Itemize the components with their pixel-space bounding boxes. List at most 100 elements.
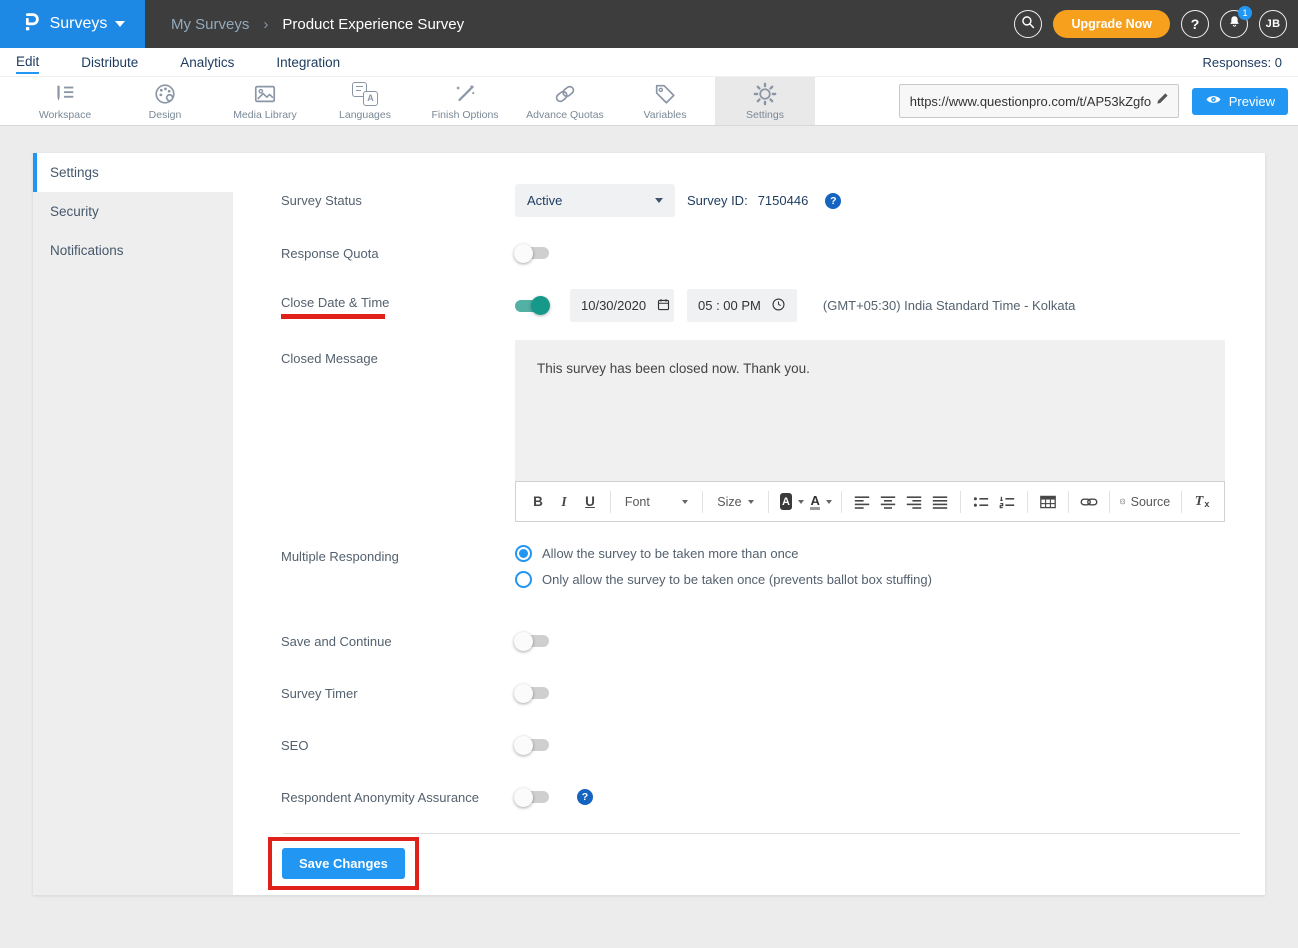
font-dropdown[interactable]: Font (619, 489, 695, 515)
toolbar-item-finish-options[interactable]: Finish Options (415, 77, 515, 125)
seo-toggle[interactable] (515, 739, 549, 751)
survey-url-field[interactable]: https://www.questionpro.com/t/AP53kZgfo (899, 84, 1179, 118)
avatar-initials: JB (1266, 18, 1281, 30)
text-color-button[interactable]: A (809, 489, 833, 515)
toolbar-item-design[interactable]: Design (115, 77, 215, 125)
tab-distribute[interactable]: Distribute (81, 51, 138, 73)
bullet-list-button[interactable] (969, 489, 993, 515)
survey-status-label: Survey Status (281, 193, 515, 208)
anonymity-toggle[interactable] (515, 791, 549, 803)
breadcrumb-my-surveys[interactable]: My Surveys (171, 16, 249, 33)
toggle-knob (514, 788, 533, 807)
toolbar-separator (702, 491, 703, 513)
breadcrumb: My Surveys › Product Experience Survey (171, 16, 464, 33)
close-time-value: 05 : 00 PM (698, 298, 761, 313)
chevron-down-icon (798, 500, 804, 504)
sidebar-item-security[interactable]: Security (33, 192, 233, 231)
sidebar-item-notifications[interactable]: Notifications (33, 231, 233, 270)
toolbar-separator (610, 491, 611, 513)
edit-url-pencil-icon[interactable] (1155, 91, 1170, 111)
response-quota-toggle[interactable] (515, 247, 549, 259)
toolbar-item-media-library[interactable]: Media Library (215, 77, 315, 125)
radio-option-once[interactable]: Only allow the survey to be taken once (… (515, 571, 932, 588)
radio-option-multiple[interactable]: Allow the survey to be taken more than o… (515, 545, 932, 562)
response-quota-label: Response Quota (281, 246, 515, 261)
advance-quotas-chain-icon (552, 82, 578, 106)
survey-status-select[interactable]: Active (515, 184, 675, 217)
text-color-icon: A (810, 494, 819, 510)
background-color-icon: A (780, 493, 792, 510)
survey-id-help-icon[interactable]: ? (825, 193, 841, 209)
multiple-responding-label: Multiple Responding (281, 549, 515, 564)
align-center-button[interactable] (876, 489, 900, 515)
main-nav: Edit Distribute Analytics Integration Re… (0, 48, 1298, 76)
italic-button[interactable]: I (552, 489, 576, 515)
size-dropdown[interactable]: Size (711, 489, 760, 515)
close-time-input[interactable]: 05 : 00 PM (687, 289, 797, 322)
rich-text-toolbar: B I U Font Size A A (515, 481, 1225, 522)
chevron-down-icon (682, 500, 688, 504)
tab-edit[interactable]: Edit (16, 50, 39, 74)
chevron-down-icon (655, 198, 663, 203)
toolbar-separator (1109, 491, 1110, 513)
numbered-list-button[interactable] (995, 489, 1019, 515)
insert-table-button[interactable] (1036, 489, 1060, 515)
eye-icon (1205, 93, 1222, 109)
toolbar-item-variables[interactable]: Variables (615, 77, 715, 125)
questionpro-logo-icon (20, 11, 42, 38)
toolbar-label-design: Design (149, 109, 182, 121)
multiple-responding-row: Multiple Responding Allow the survey to … (281, 545, 1240, 588)
workspace-icon (52, 82, 78, 106)
sidebar-item-settings[interactable]: Settings (33, 153, 233, 192)
source-button[interactable]: Source (1117, 489, 1173, 515)
save-annotation-box: Save Changes (268, 837, 419, 890)
toolbar-item-settings[interactable]: Settings (715, 77, 815, 125)
help-button[interactable]: ? (1181, 10, 1209, 38)
justify-button[interactable] (928, 489, 952, 515)
toggle-knob (514, 736, 533, 755)
close-date-toggle[interactable] (515, 300, 549, 312)
survey-timer-toggle[interactable] (515, 687, 549, 699)
underline-button[interactable]: U (578, 489, 602, 515)
radio-unselected-icon[interactable] (515, 571, 532, 588)
responses-count: Responses: 0 (1203, 55, 1283, 70)
align-left-button[interactable] (850, 489, 874, 515)
product-switcher[interactable]: Surveys (0, 0, 145, 48)
product-name: Surveys (50, 15, 108, 33)
multiple-responding-options: Allow the survey to be taken more than o… (515, 545, 932, 588)
toolbar-label-variables: Variables (644, 109, 687, 121)
notifications-button[interactable]: 1 (1220, 10, 1248, 38)
remove-format-button[interactable]: Tx (1190, 489, 1214, 515)
remove-format-t: T (1195, 494, 1204, 510)
anonymity-help-icon[interactable]: ? (577, 789, 593, 805)
radio-selected-icon[interactable] (515, 545, 532, 562)
background-color-button[interactable]: A (777, 489, 807, 515)
settings-sidebar: Settings Security Notifications (33, 153, 233, 895)
settings-gear-icon (752, 82, 778, 106)
question-mark-icon: ? (1191, 16, 1200, 32)
survey-id-label: Survey ID: (687, 193, 748, 208)
remove-format-x: x (1204, 499, 1209, 509)
align-right-button[interactable] (902, 489, 926, 515)
toolbar-item-workspace[interactable]: Workspace (15, 77, 115, 125)
insert-link-button[interactable] (1077, 489, 1101, 515)
close-date-input[interactable]: 10/30/2020 (570, 289, 674, 322)
search-button[interactable] (1014, 10, 1042, 38)
user-avatar[interactable]: JB (1259, 10, 1287, 38)
save-continue-toggle[interactable] (515, 635, 549, 647)
toolbar-item-languages[interactable]: A Languages (315, 77, 415, 125)
bold-button[interactable]: B (526, 489, 550, 515)
toggle-knob (514, 684, 533, 703)
radio-option-once-label: Only allow the survey to be taken once (… (542, 572, 932, 587)
toolbar-label-languages: Languages (339, 109, 391, 121)
preview-button[interactable]: Preview (1192, 88, 1288, 115)
survey-url-text: https://www.questionpro.com/t/AP53kZgfo (910, 94, 1155, 109)
tab-integration[interactable]: Integration (276, 51, 340, 73)
save-changes-button[interactable]: Save Changes (282, 848, 405, 879)
closed-message-textarea[interactable]: This survey has been closed now. Thank y… (515, 340, 1225, 481)
close-date-value: 10/30/2020 (581, 298, 646, 313)
toolbar-item-advance-quotas[interactable]: Advance Quotas (515, 77, 615, 125)
toolbar-label-workspace: Workspace (39, 109, 91, 121)
upgrade-now-button[interactable]: Upgrade Now (1053, 10, 1170, 38)
tab-analytics[interactable]: Analytics (180, 51, 234, 73)
